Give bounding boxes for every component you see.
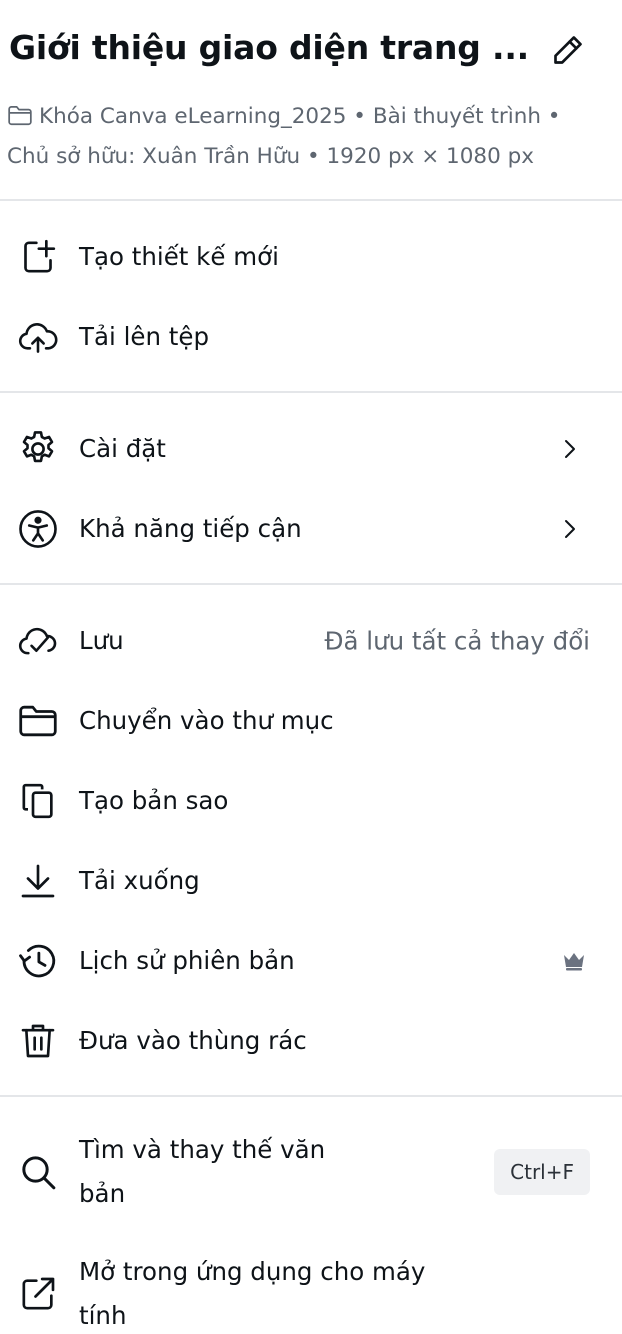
- chevron-right-icon: [565, 520, 575, 538]
- divider: [0, 1095, 622, 1097]
- version-history-label: Lịch sử phiên bản: [79, 946, 295, 975]
- download-icon: [16, 859, 60, 903]
- add-design-icon: [16, 235, 60, 279]
- move-to-trash-label: Đưa vào thùng rác: [79, 1026, 307, 1055]
- settings-label: Cài đặt: [79, 434, 166, 463]
- meta-line-1: Khóa Canva eLearning_2025 • Bài thuyết t…: [7, 97, 607, 137]
- duplicate-item[interactable]: Tạo bản sao: [0, 761, 622, 841]
- divider: [0, 583, 622, 585]
- cloud-upload-icon: [16, 315, 60, 359]
- upload-file-item[interactable]: Tải lên tệp: [0, 297, 622, 377]
- accessibility-icon: [16, 507, 60, 551]
- open-in-desktop-app-label: Mở trong ứng dụng cho máy tính: [79, 1257, 426, 1330]
- shortcut-badge: Ctrl+F: [494, 1149, 590, 1195]
- save-status: Đã lưu tất cả thay đổi: [324, 626, 590, 656]
- duplicate-label: Tạo bản sao: [79, 786, 229, 815]
- find-replace-item[interactable]: Tìm và thay thế văn bản Ctrl+F: [0, 1124, 622, 1220]
- crown-icon: [564, 953, 584, 971]
- search-icon: [16, 1150, 60, 1194]
- version-history-item[interactable]: Lịch sử phiên bản: [0, 921, 622, 1001]
- chevron-right-icon: [565, 440, 575, 458]
- divider: [0, 199, 622, 201]
- create-new-design-item[interactable]: Tạo thiết kế mới: [0, 217, 622, 297]
- design-title[interactable]: Giới thiệu giao diện trang ...: [9, 24, 529, 72]
- move-to-trash-item[interactable]: Đưa vào thùng rác: [0, 1001, 622, 1081]
- trash-icon: [16, 1019, 60, 1063]
- history-icon: [16, 939, 60, 983]
- folder-icon: [16, 699, 60, 743]
- gear-icon: [16, 427, 60, 471]
- folder-icon: [8, 106, 32, 126]
- download-label: Tải xuống: [79, 866, 200, 895]
- cloud-check-icon: [16, 619, 60, 663]
- meta-line-2: Chủ sở hữu: Xuân Trần Hữu • 1920 px × 10…: [7, 144, 534, 169]
- move-to-folder-label: Chuyển vào thư mục: [79, 706, 334, 735]
- save-item[interactable]: Lưu Đã lưu tất cả thay đổi: [0, 601, 622, 681]
- meta-folder-text: Khóa Canva eLearning_2025 • Bài thuyết t…: [39, 104, 561, 129]
- edit-title-button[interactable]: [546, 28, 590, 72]
- file-menu-panel: Giới thiệu giao diện trang ... Khóa Canv…: [0, 0, 622, 1334]
- accessibility-item[interactable]: Khả năng tiếp cận: [0, 489, 622, 569]
- upload-file-label: Tải lên tệp: [79, 322, 210, 351]
- open-in-desktop-app-item[interactable]: Mở trong ứng dụng cho máy tính: [0, 1246, 622, 1334]
- divider: [0, 391, 622, 393]
- save-label: Lưu: [79, 626, 124, 655]
- design-meta: Khóa Canva eLearning_2025 • Bài thuyết t…: [7, 97, 607, 177]
- settings-item[interactable]: Cài đặt: [0, 409, 622, 489]
- pencil-icon: [554, 36, 582, 64]
- accessibility-label: Khả năng tiếp cận: [79, 514, 302, 543]
- find-replace-label: Tìm và thay thế văn bản: [79, 1135, 326, 1208]
- copy-icon: [16, 779, 60, 823]
- download-item[interactable]: Tải xuống: [0, 841, 622, 921]
- create-new-design-label: Tạo thiết kế mới: [79, 242, 279, 271]
- menu-header: Giới thiệu giao diện trang ... Khóa Canv…: [0, 0, 622, 200]
- open-external-icon: [16, 1272, 60, 1316]
- move-to-folder-item[interactable]: Chuyển vào thư mục: [0, 681, 622, 761]
